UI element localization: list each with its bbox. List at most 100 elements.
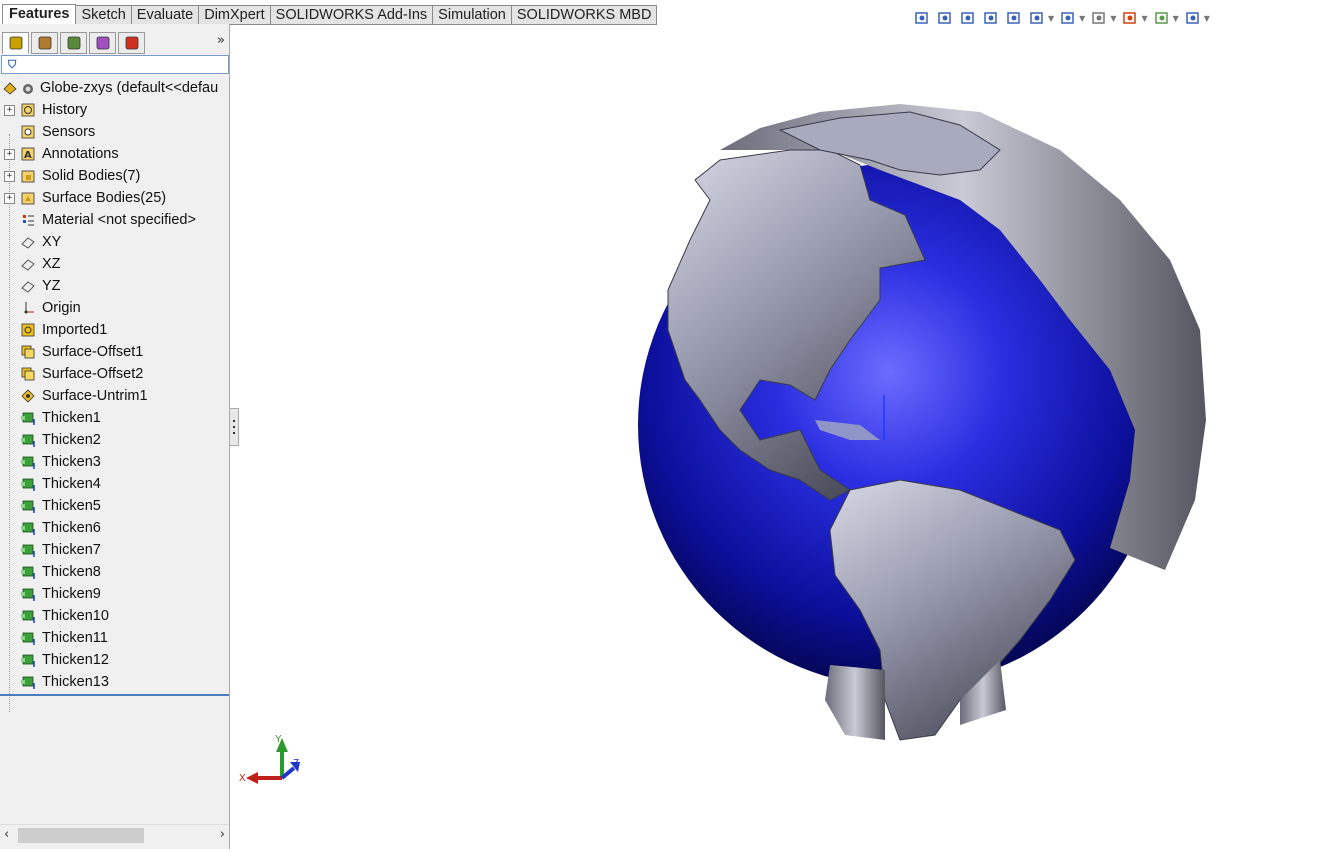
tree-item-thicken13[interactable]: Thicken13 — [0, 671, 229, 693]
scroll-right-arrow[interactable]: › — [220, 827, 225, 842]
annotations-icon: A — [20, 146, 36, 162]
expand-icon[interactable]: + — [4, 105, 15, 116]
tree-item-label: Thicken6 — [42, 520, 101, 536]
thicken-icon — [20, 520, 36, 536]
surface-offset-icon — [20, 366, 36, 382]
tree-item-label: Thicken5 — [42, 498, 101, 514]
tree-item-label: Thicken8 — [42, 564, 101, 580]
tree-item-annotations[interactable]: + A Annotations — [0, 143, 229, 165]
tab-solidworks-mbd[interactable]: SOLIDWORKS MBD — [511, 5, 658, 25]
surface-offset-icon — [20, 344, 36, 360]
tree-item-yz[interactable]: YZ — [0, 275, 229, 297]
tree-item-thicken7[interactable]: Thicken7 — [0, 539, 229, 561]
filter-icon: ⛉ — [8, 58, 17, 71]
thicken-icon — [20, 542, 36, 558]
tab-sketch[interactable]: Sketch — [76, 5, 132, 25]
tree-item-thicken3[interactable]: Thicken3 — [0, 451, 229, 473]
tree-item-thicken2[interactable]: Thicken2 — [0, 429, 229, 451]
plane-icon — [20, 278, 36, 294]
tree-filter-field[interactable]: ⛉ — [1, 55, 229, 74]
tab-dimxpert[interactable]: DimXpert — [199, 5, 271, 25]
tree-item-thicken5[interactable]: Thicken5 — [0, 495, 229, 517]
tree-item-label: Origin — [42, 300, 81, 316]
dropdown-arrow-icon[interactable]: ▼ — [1173, 14, 1179, 23]
tree-item-label: Material <not specified> — [42, 212, 196, 228]
plane-icon — [20, 234, 36, 250]
propertymanager-icon[interactable] — [31, 32, 58, 54]
tree-item-label: Surface-Offset2 — [42, 366, 144, 382]
displaymanager-icon[interactable] — [118, 32, 145, 54]
tree-item-sensors[interactable]: Sensors — [0, 121, 229, 143]
tree-item-label: Surface Bodies(25) — [42, 190, 167, 206]
tree-item-thicken10[interactable]: Thicken10 — [0, 605, 229, 627]
graphics-area[interactable]: Y X Z — [230, 24, 1324, 849]
tree-item-thicken11[interactable]: Thicken11 — [0, 627, 229, 649]
triad-x-label: X — [239, 773, 246, 784]
manager-tabs — [2, 32, 147, 54]
tree-item-xz[interactable]: XZ — [0, 253, 229, 275]
tree-item-label: Solid Bodies(7) — [42, 168, 141, 184]
thicken-icon — [20, 652, 36, 668]
thicken-icon — [20, 674, 36, 690]
dropdown-arrow-icon[interactable]: ▼ — [1079, 14, 1085, 23]
tree-item-solid-bodies-7[interactable]: + Solid Bodies(7) — [0, 165, 229, 187]
tab-simulation[interactable]: Simulation — [433, 5, 512, 25]
tree-item-label: Annotations — [42, 146, 119, 162]
tree-item-history[interactable]: + History — [0, 99, 229, 121]
tree-item-surface-offset1[interactable]: Surface-Offset1 — [0, 341, 229, 363]
more-tabs-chevron[interactable]: » — [217, 33, 225, 48]
tree-item-thicken8[interactable]: Thicken8 — [0, 561, 229, 583]
thicken-icon — [20, 498, 36, 514]
tree-item-origin[interactable]: Origin — [0, 297, 229, 319]
tree-item-label: Sensors — [42, 124, 96, 140]
tree-item-label: Surface-Offset1 — [42, 344, 144, 360]
scroll-left-arrow[interactable]: ‹ — [4, 827, 9, 842]
tree-item-surface-bodies-25[interactable]: + Surface Bodies(25) — [0, 187, 229, 209]
expand-icon[interactable]: + — [4, 193, 15, 204]
tree-item-thicken1[interactable]: Thicken1 — [0, 407, 229, 429]
tab-features[interactable]: Features — [2, 4, 77, 25]
dimxpertmanager-icon[interactable] — [89, 32, 116, 54]
expand-icon[interactable]: + — [4, 149, 15, 160]
thicken-icon — [20, 586, 36, 602]
tree-item-surface-untrim1[interactable]: Surface-Untrim1 — [0, 385, 229, 407]
tree-item-label: Thicken7 — [42, 542, 101, 558]
expand-icon[interactable]: + — [4, 171, 15, 182]
tree-item-xy[interactable]: XY — [0, 231, 229, 253]
tree-item-imported1[interactable]: Imported1 — [0, 319, 229, 341]
dropdown-arrow-icon[interactable]: ▼ — [1048, 14, 1054, 23]
tree-item-thicken9[interactable]: Thicken9 — [0, 583, 229, 605]
tab-evaluate[interactable]: Evaluate — [131, 5, 200, 25]
tab-solidworks-add-ins[interactable]: SOLIDWORKS Add-Ins — [270, 5, 434, 25]
dropdown-arrow-icon[interactable]: ▼ — [1204, 14, 1210, 23]
configurationmanager-icon[interactable] — [60, 32, 87, 54]
sensors-icon — [20, 124, 36, 140]
surface-untrim-icon — [20, 388, 36, 404]
tree-item-thicken6[interactable]: Thicken6 — [0, 517, 229, 539]
rollback-bar[interactable] — [0, 694, 229, 696]
tree-item-thicken12[interactable]: Thicken12 — [0, 649, 229, 671]
featuremanager-icon[interactable] — [2, 32, 29, 54]
thicken-icon — [20, 476, 36, 492]
tree-item-material-not-specified[interactable]: Material <not specified> — [0, 209, 229, 231]
thicken-icon — [20, 454, 36, 470]
history-icon — [20, 102, 36, 118]
tree-item-label: Thicken3 — [42, 454, 101, 470]
globe-model[interactable]: Y X Z — [230, 24, 1324, 849]
tree-item-surface-offset2[interactable]: Surface-Offset2 — [0, 363, 229, 385]
horizontal-scrollbar[interactable]: ‹ › — [0, 824, 229, 847]
dropdown-arrow-icon[interactable]: ▼ — [1110, 14, 1116, 23]
scroll-thumb[interactable] — [18, 828, 144, 843]
thicken-icon — [20, 608, 36, 624]
tree-item-label: Thicken12 — [42, 652, 109, 668]
tree-root-part[interactable]: Globe-zxys (default<<defau — [0, 77, 229, 99]
extrusion-wall-south — [825, 665, 885, 740]
triad-y-label: Y — [275, 734, 282, 745]
tree-item-thicken4[interactable]: Thicken4 — [0, 473, 229, 495]
part-icon — [2, 80, 18, 96]
triad-z-label: Z — [293, 758, 299, 769]
dropdown-arrow-icon[interactable]: ▼ — [1141, 14, 1147, 23]
tree-item-label: Thicken13 — [42, 674, 109, 690]
plane-icon — [20, 256, 36, 272]
imported-feature-icon — [20, 322, 36, 338]
